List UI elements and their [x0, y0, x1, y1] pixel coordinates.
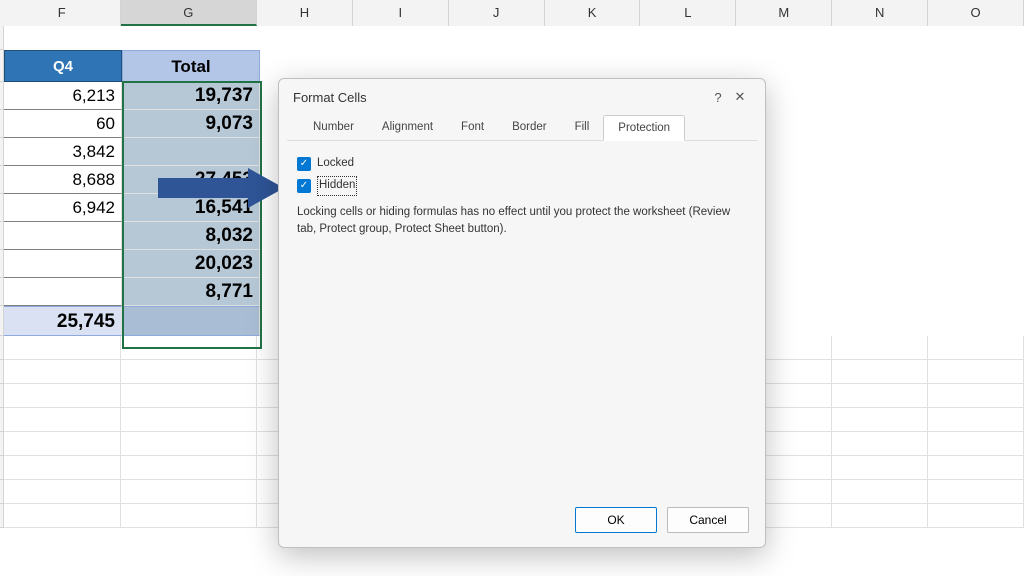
cell-g[interactable]: 27,453: [122, 166, 260, 194]
cell-f[interactable]: 8,688: [4, 166, 122, 194]
cell[interactable]: [4, 408, 121, 432]
header-cell-total[interactable]: Total: [122, 50, 260, 82]
cell-f[interactable]: [4, 222, 122, 250]
cell[interactable]: [4, 456, 121, 480]
cell[interactable]: [121, 504, 257, 528]
cell[interactable]: [928, 336, 1024, 360]
cell[interactable]: [832, 504, 928, 528]
cancel-button[interactable]: Cancel: [667, 507, 749, 533]
cell[interactable]: [928, 408, 1024, 432]
col-header-H[interactable]: H: [257, 0, 353, 26]
cell-f[interactable]: 60: [4, 110, 122, 138]
col-header-L[interactable]: L: [640, 0, 736, 26]
cell-g[interactable]: 20,023: [122, 250, 260, 278]
cell[interactable]: [832, 408, 928, 432]
cell[interactable]: [928, 360, 1024, 384]
column-headers-row: F G H I J K L M N O: [0, 0, 1024, 26]
tab-protection[interactable]: Protection: [603, 115, 685, 141]
cell-f[interactable]: 6,213: [4, 82, 122, 110]
col-header-K[interactable]: K: [545, 0, 641, 26]
ok-button[interactable]: OK: [575, 507, 657, 533]
cell-g[interactable]: [122, 138, 260, 166]
cell[interactable]: [121, 456, 257, 480]
tab-border[interactable]: Border: [498, 115, 561, 140]
cell[interactable]: [121, 384, 257, 408]
cell[interactable]: [4, 480, 121, 504]
col-header-G[interactable]: G: [121, 0, 257, 26]
cell[interactable]: [4, 26, 122, 50]
cell[interactable]: [121, 336, 257, 360]
col-header-I[interactable]: I: [353, 0, 449, 26]
cell[interactable]: [832, 456, 928, 480]
cell[interactable]: [4, 384, 121, 408]
cell[interactable]: [121, 432, 257, 456]
hidden-label: Hidden: [317, 176, 357, 195]
cell[interactable]: [121, 360, 257, 384]
cell[interactable]: [260, 26, 357, 50]
cell[interactable]: [928, 384, 1024, 408]
tab-number[interactable]: Number: [299, 115, 368, 140]
locked-checkbox[interactable]: ✓: [297, 157, 311, 171]
cell[interactable]: [121, 408, 257, 432]
format-cells-dialog: Format Cells ? ✕ Number Alignment Font B…: [278, 78, 766, 548]
cell[interactable]: [832, 480, 928, 504]
cell-g[interactable]: 8,032: [122, 222, 260, 250]
cell-f[interactable]: 6,942: [4, 194, 122, 222]
cell[interactable]: [4, 336, 121, 360]
tab-fill[interactable]: Fill: [561, 115, 604, 140]
cell[interactable]: [4, 432, 121, 456]
tab-font[interactable]: Font: [447, 115, 498, 140]
cell[interactable]: [928, 504, 1024, 528]
cell-f[interactable]: [4, 250, 122, 278]
cell-f[interactable]: 3,842: [4, 138, 122, 166]
col-header-O[interactable]: O: [928, 0, 1024, 26]
cell[interactable]: [4, 360, 121, 384]
cell-g-total[interactable]: [122, 306, 260, 336]
cell-f-total[interactable]: 25,745: [4, 306, 122, 336]
cell[interactable]: [928, 480, 1024, 504]
tab-alignment[interactable]: Alignment: [368, 115, 447, 140]
cell[interactable]: [4, 504, 121, 528]
cell[interactable]: [928, 456, 1024, 480]
dialog-tabs: Number Alignment Font Border Fill Protec…: [287, 115, 757, 141]
cell[interactable]: [928, 432, 1024, 456]
col-header-F[interactable]: F: [4, 0, 121, 26]
cell[interactable]: [122, 26, 260, 50]
col-header-J[interactable]: J: [449, 0, 545, 26]
cell[interactable]: [832, 384, 928, 408]
col-header-N[interactable]: N: [832, 0, 928, 26]
cell[interactable]: [832, 336, 928, 360]
col-header-M[interactable]: M: [736, 0, 832, 26]
cell-g[interactable]: 19,737: [122, 82, 260, 110]
protection-info-text: Locking cells or hiding formulas has no …: [297, 204, 737, 239]
dialog-title-text: Format Cells: [293, 90, 367, 105]
cell[interactable]: [832, 360, 928, 384]
cell[interactable]: [832, 432, 928, 456]
cell-g[interactable]: 8,771: [122, 278, 260, 306]
cell-g[interactable]: 9,073: [122, 110, 260, 138]
protection-panel: ✓ Locked ✓ Hidden Locking cells or hidin…: [279, 141, 765, 252]
help-button[interactable]: ?: [707, 90, 729, 105]
dialog-titlebar[interactable]: Format Cells ? ✕: [279, 79, 765, 115]
header-cell-q4[interactable]: Q4: [4, 50, 122, 82]
close-icon[interactable]: ✕: [729, 89, 751, 105]
locked-label: Locked: [317, 155, 354, 172]
cell-f[interactable]: [4, 278, 122, 306]
cell[interactable]: [121, 480, 257, 504]
hidden-checkbox[interactable]: ✓: [297, 179, 311, 193]
cell-g[interactable]: 16,541: [122, 194, 260, 222]
